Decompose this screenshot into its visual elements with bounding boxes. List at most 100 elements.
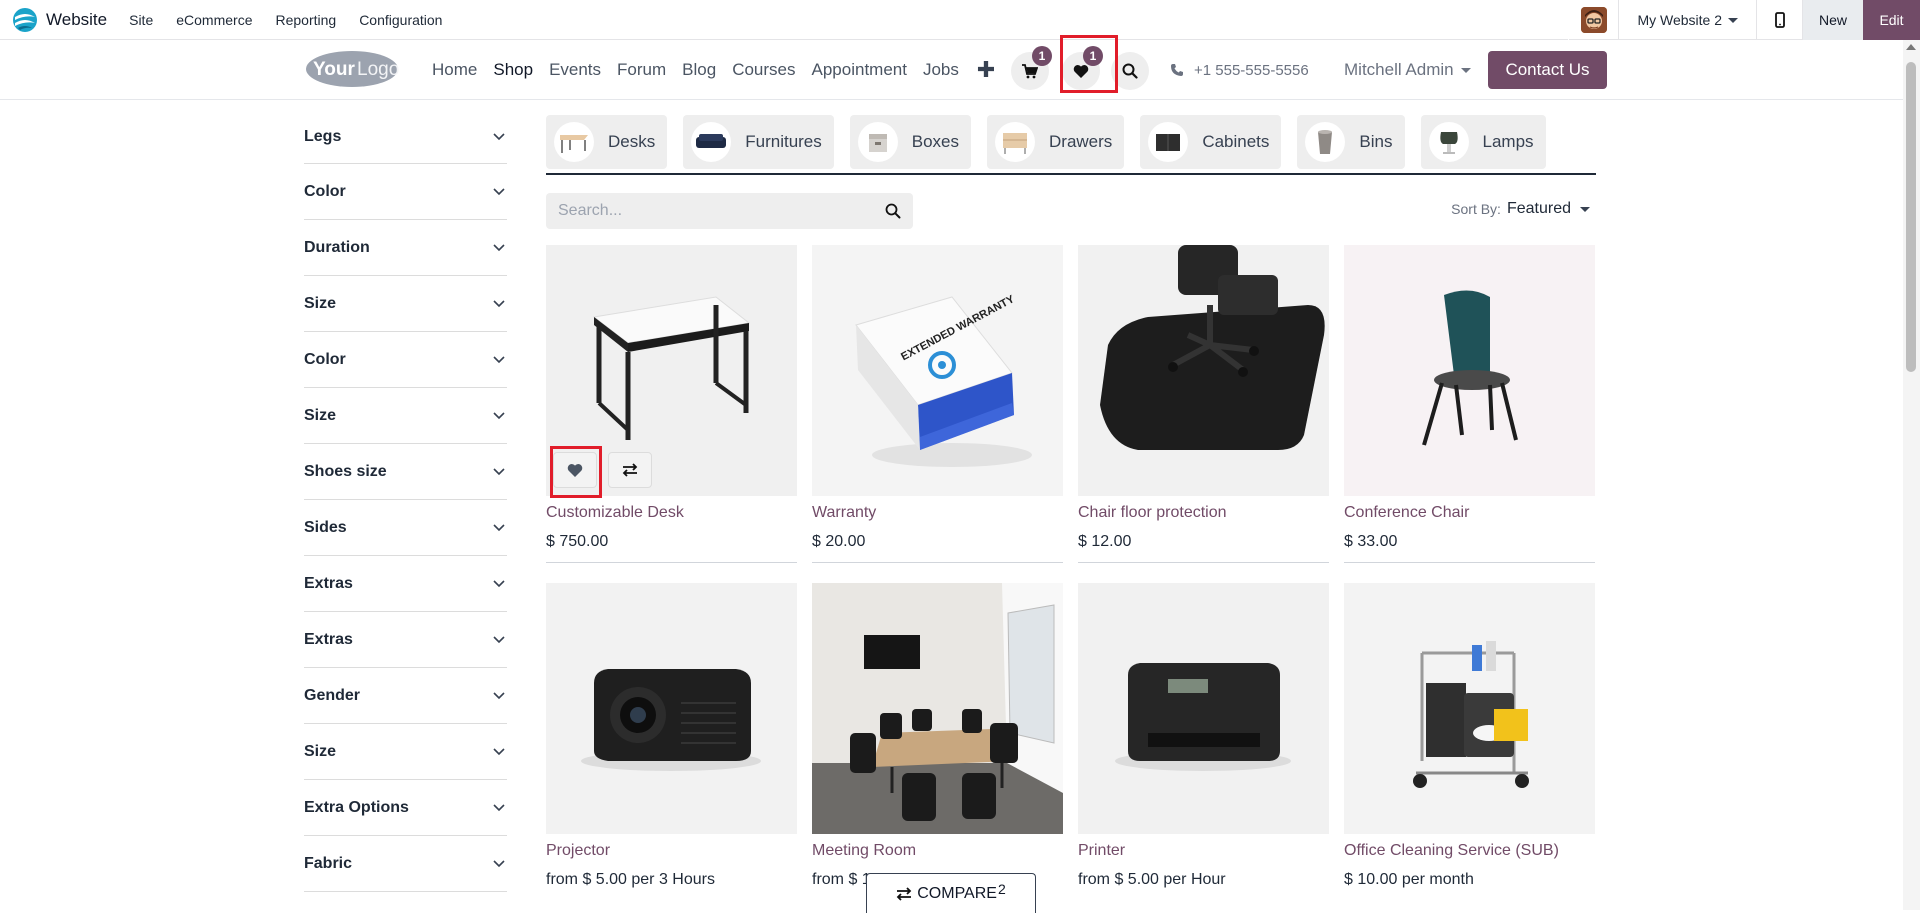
product-name[interactable]: Conference Chair (1344, 504, 1595, 522)
category-furnitures[interactable]: Furnitures (683, 115, 834, 169)
nav-shop[interactable]: Shop (493, 60, 533, 80)
product-card[interactable]: Chair floor protection $ 12.00 (1078, 245, 1329, 563)
product-card[interactable]: Projector from $ 5.00 per 3 Hours (546, 583, 797, 889)
divider (546, 562, 797, 563)
product-name[interactable]: Meeting Room (812, 842, 1063, 860)
filter-extras[interactable]: Extras (304, 556, 507, 612)
chevron-down-icon (493, 411, 505, 419)
edit-button[interactable]: Edit (1863, 0, 1920, 40)
product-image[interactable] (1078, 583, 1329, 834)
product-card[interactable]: Meeting Room from $ 1 (812, 583, 1063, 889)
nav-appointment[interactable]: Appointment (812, 60, 907, 80)
product-image[interactable] (1344, 245, 1595, 496)
compare-button[interactable]: COMPARE 2 (866, 873, 1036, 913)
product-image[interactable] (1344, 583, 1595, 834)
product-card[interactable]: Customizable Desk $ 750.00 (546, 245, 797, 563)
scroll-up-arrow-icon[interactable] (1906, 44, 1916, 50)
app-name[interactable]: Website (46, 10, 107, 30)
product-card[interactable]: Printer from $ 5.00 per Hour (1078, 583, 1329, 889)
chevron-down-icon (493, 579, 505, 587)
category-cabinets[interactable]: Cabinets (1140, 115, 1282, 169)
nav-blog[interactable]: Blog (682, 60, 716, 80)
divider (1078, 562, 1329, 563)
search-input[interactable] (558, 202, 885, 220)
sort-dropdown[interactable]: Sort By: Featured (1451, 200, 1590, 218)
site-header: Your Logo Home Shop Events Forum Blog Co… (0, 40, 1920, 100)
filter-label: Color (304, 182, 346, 200)
add-menu-plus-icon[interactable]: ✚ (977, 57, 995, 83)
projector-image (546, 583, 797, 834)
filter-sides[interactable]: Sides (304, 500, 507, 556)
category-boxes[interactable]: Boxes (849, 115, 972, 169)
phone-link[interactable]: +1 555-555-5556 (1170, 40, 1309, 100)
nav-home[interactable]: Home (432, 60, 477, 80)
category-bins[interactable]: Bins (1297, 115, 1405, 169)
filter-label: Color (304, 350, 346, 368)
phone-number: +1 555-555-5556 (1194, 61, 1309, 79)
filter-shoes-size[interactable]: Shoes size (304, 444, 507, 500)
product-card[interactable]: EXTENDED WARRANTY Warranty $ 20.00 (812, 245, 1063, 563)
filter-duration[interactable]: Duration (304, 220, 507, 276)
product-name[interactable]: Projector (546, 842, 797, 860)
filter-extra-options[interactable]: Extra Options (304, 780, 507, 836)
cart-button[interactable]: 1 (1011, 46, 1052, 90)
exchange-arrows-icon (622, 463, 638, 477)
divider (812, 562, 1063, 563)
filter-fabric[interactable]: Fabric (304, 836, 507, 892)
attribute-filters: Legs Color Duration Size Color Size Shoe… (304, 110, 507, 892)
filter-label: Size (304, 294, 337, 312)
add-to-compare-button[interactable] (608, 452, 652, 488)
scrollbar-thumb[interactable] (1906, 62, 1916, 372)
filter-extras-2[interactable]: Extras (304, 612, 507, 668)
filter-gender[interactable]: Gender (304, 668, 507, 724)
product-name[interactable]: Chair floor protection (1078, 504, 1329, 522)
product-image[interactable] (1078, 245, 1329, 496)
category-drawers[interactable]: Drawers (987, 115, 1125, 169)
filter-size-3[interactable]: Size (304, 724, 507, 780)
admin-bar: Website Site eCommerce Reporting Configu… (0, 0, 1920, 40)
category-desks[interactable]: Desks (546, 115, 668, 169)
conference-chair-image (1344, 245, 1595, 496)
category-label: Boxes (911, 132, 960, 151)
menu-site[interactable]: Site (129, 12, 153, 28)
category-lamps[interactable]: Lamps (1420, 115, 1546, 169)
website-switcher[interactable]: My Website 2 (1618, 0, 1757, 40)
compare-label: COMPARE (917, 884, 997, 902)
menu-reporting[interactable]: Reporting (275, 12, 336, 28)
menu-configuration[interactable]: Configuration (359, 12, 442, 28)
product-card[interactable]: Office Cleaning Service (SUB) $ 10.00 pe… (1344, 583, 1595, 889)
main-nav: Home Shop Events Forum Blog Courses Appo… (432, 40, 995, 100)
product-image[interactable] (812, 583, 1063, 834)
product-name[interactable]: Printer (1078, 842, 1329, 860)
filter-label: Fabric (304, 854, 353, 872)
nav-courses[interactable]: Courses (732, 60, 795, 80)
search-icon[interactable] (885, 203, 901, 219)
filter-color[interactable]: Color (304, 164, 507, 220)
product-name[interactable]: Customizable Desk (546, 504, 797, 522)
product-image[interactable] (546, 583, 797, 834)
filter-legs[interactable]: Legs (304, 110, 507, 164)
contact-us-button[interactable]: Contact Us (1488, 51, 1607, 89)
product-image[interactable]: EXTENDED WARRANTY (812, 245, 1063, 496)
menu-ecommerce[interactable]: eCommerce (176, 12, 252, 28)
product-card[interactable]: Conference Chair $ 33.00 (1344, 245, 1595, 563)
sofa-thumbnail (691, 122, 732, 162)
nav-jobs[interactable]: Jobs (923, 60, 959, 80)
nav-forum[interactable]: Forum (617, 60, 666, 80)
new-button[interactable]: New (1803, 0, 1863, 40)
divider (1344, 562, 1595, 563)
user-avatar-button[interactable] (1568, 0, 1618, 40)
website-app-icon[interactable] (12, 7, 38, 33)
mobile-preview-button[interactable] (1757, 0, 1803, 40)
user-menu[interactable]: Mitchell Admin (1344, 40, 1471, 100)
filter-size-2[interactable]: Size (304, 388, 507, 444)
company-logo[interactable]: Your Logo (305, 50, 399, 88)
nav-events[interactable]: Events (549, 60, 601, 80)
filter-label: Extras (304, 574, 353, 592)
product-name[interactable]: Office Cleaning Service (SUB) (1344, 842, 1595, 860)
filter-label: Sides (304, 518, 347, 536)
filter-size[interactable]: Size (304, 276, 507, 332)
filter-color-2[interactable]: Color (304, 332, 507, 388)
filter-label: Size (304, 742, 337, 760)
product-name[interactable]: Warranty (812, 504, 1063, 522)
